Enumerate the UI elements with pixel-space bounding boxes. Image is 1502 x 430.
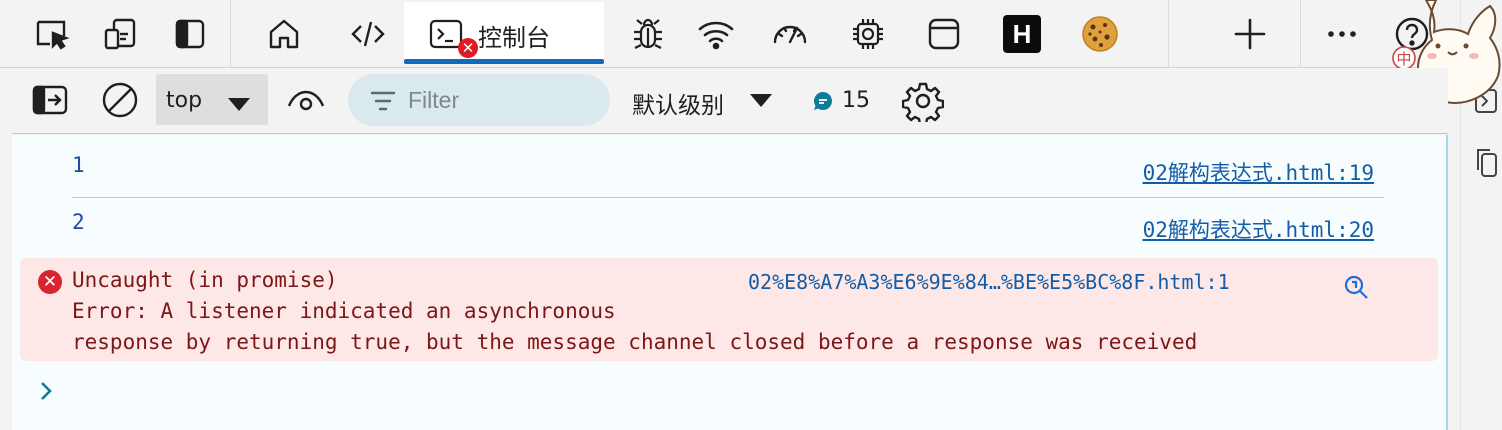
row-divider [72,197,1384,198]
error-detail-line: response by returning true, but the mess… [72,330,1198,354]
log-value: 2 [72,210,85,234]
console-output: 1 02解构表达式.html:19 2 02解构表达式.html:20 ✕ Un… [12,135,1448,430]
error-detail-line: Error: A listener indicated an asynchron… [72,299,616,323]
console-error-badge: ✕ [458,38,478,58]
live-expression-eye-icon[interactable] [286,82,326,118]
search-insight-icon[interactable] [1342,273,1370,301]
filter-input[interactable] [408,84,598,116]
context-value: top [166,88,203,113]
clear-console-icon[interactable] [100,80,140,120]
error-icon: ✕ [38,270,62,294]
chevron-down-icon [228,98,250,111]
performance-gauge-icon[interactable] [766,10,814,58]
console-settings-gear-icon[interactable] [902,80,944,122]
devtools-tab-strip: ✕ 控制台 H [0,0,1460,68]
message-count[interactable]: 15 [842,88,870,113]
tab-separator [1168,0,1169,68]
elements-code-icon[interactable] [344,10,392,58]
source-link[interactable]: 02解构表达式.html:19 [1143,157,1374,187]
filter-icon [370,91,396,111]
message-bubble-icon [813,91,832,110]
device-emulation-icon[interactable] [96,10,144,58]
active-tab-indicator [404,59,604,64]
add-tab-icon[interactable] [1226,10,1274,58]
source-link[interactable]: 02解构表达式.html:20 [1143,214,1374,244]
toggle-sidebar-icon[interactable] [166,10,214,58]
log-value: 1 [72,153,85,177]
log-levels-dropdown[interactable]: 默认级别 [632,86,724,120]
tab-separator [230,0,231,68]
filter-field[interactable] [348,74,610,126]
extension-h-badge[interactable]: H [998,10,1046,58]
application-window-icon[interactable] [920,10,968,58]
context-selector[interactable]: top [156,74,268,125]
tab-console-label: 控制台 [478,24,550,52]
more-tools-icon[interactable] [1318,10,1366,58]
console-prompt-chevron-icon[interactable] [36,377,56,405]
error-source-link[interactable]: 02%E8%A7%A3%E6%9E%84…%BE%E5%BC%8F.html:1 [748,270,1230,294]
network-wifi-icon[interactable] [692,10,740,58]
tab-separator [1300,0,1301,68]
memory-chip-icon[interactable] [844,10,892,58]
copy-icon[interactable] [1473,144,1499,180]
sticker-character: 中 [1396,50,1411,68]
inspect-element-icon[interactable] [28,10,76,58]
console-toolbar: top 默认级别 15 [12,68,1448,134]
error-message: ✕ Uncaught (in promise) Error: A listene… [20,258,1438,361]
welcome-home-icon[interactable] [260,10,308,58]
error-title[interactable]: Uncaught (in promise) [72,268,338,292]
tab-console[interactable]: ✕ 控制台 [404,2,604,64]
h-badge-label: H [1003,15,1041,53]
show-sidebar-icon[interactable] [30,82,70,118]
chevron-down-icon [750,94,772,107]
cookie-editor-icon[interactable] [1076,10,1124,58]
sources-bug-icon[interactable] [624,10,672,58]
